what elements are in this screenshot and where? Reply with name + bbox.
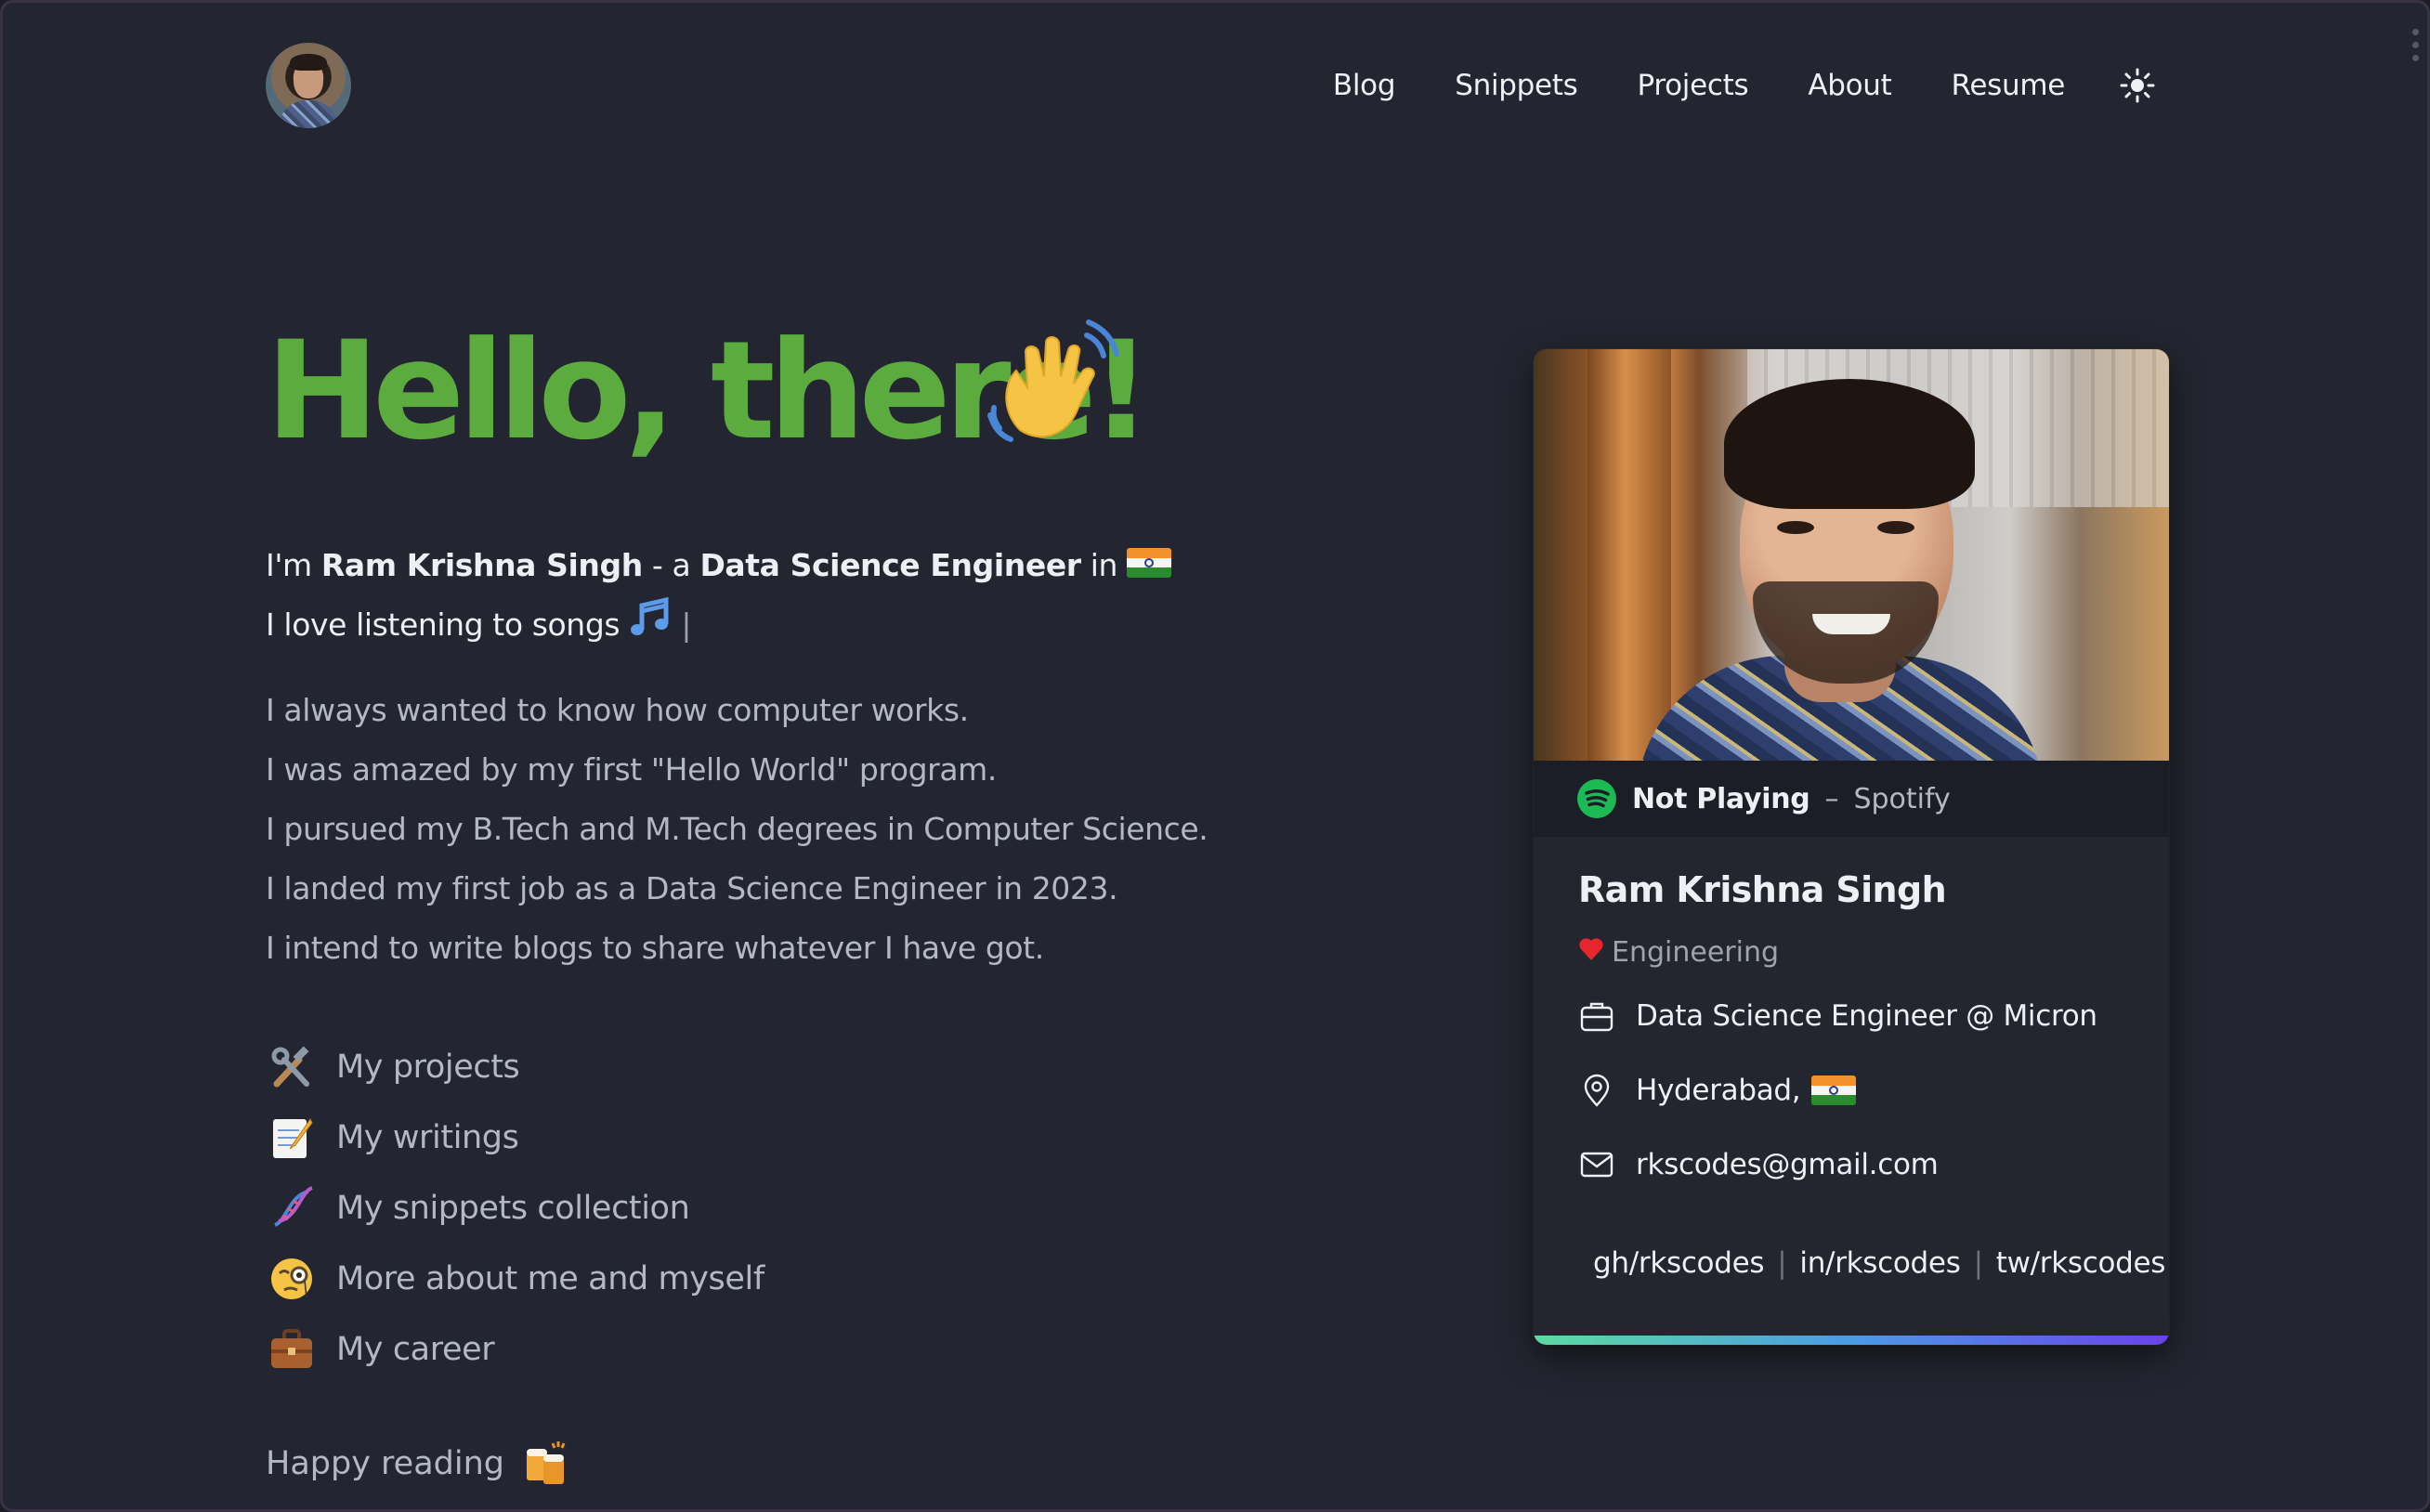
card-name: Ram Krishna Singh bbox=[1578, 869, 1947, 910]
quick-links: My projects My writings My snippets coll… bbox=[266, 1032, 764, 1385]
intro: I'm Ram Krishna Singh - a Data Science E… bbox=[266, 536, 1172, 655]
nav-about[interactable]: About bbox=[1808, 69, 1891, 102]
nav-projects[interactable]: Projects bbox=[1638, 69, 1749, 102]
profile-card: Not Playing – Spotify Ram Krishna Singh … bbox=[1534, 349, 2169, 1345]
list-item[interactable]: My snippets collection bbox=[266, 1173, 764, 1244]
avatar[interactable] bbox=[266, 43, 351, 128]
sun-icon[interactable] bbox=[2117, 65, 2158, 106]
main-nav: Blog Snippets Projects About Resume bbox=[1274, 43, 2158, 128]
briefcase-icon bbox=[266, 1323, 318, 1375]
hammer-wrench-icon bbox=[266, 1041, 318, 1093]
tagline-text: Engineering bbox=[1612, 936, 1779, 969]
site-header: Blog Snippets Projects About Resume bbox=[266, 43, 2158, 128]
nav-snippets[interactable]: Snippets bbox=[1455, 69, 1578, 102]
job-text: Data Science Engineer @ Micron bbox=[1636, 999, 2097, 1033]
spotify-separator: – bbox=[1824, 782, 1839, 815]
link-career[interactable]: My career bbox=[336, 1331, 495, 1368]
twitter-link[interactable]: tw/rkscodes bbox=[1996, 1246, 2166, 1280]
github-link[interactable]: gh/rkscodes bbox=[1593, 1246, 1765, 1280]
bio-line: I pursued my B.Tech and M.Tech degrees i… bbox=[266, 811, 1208, 847]
location-row: Hyderabad, bbox=[1578, 1072, 1857, 1109]
intro-role: Data Science Engineer bbox=[699, 547, 1081, 583]
closing-text: Happy reading bbox=[266, 1445, 504, 1482]
intro-name: Ram Krishna Singh bbox=[320, 547, 643, 583]
link-about[interactable]: More about me and myself bbox=[336, 1260, 764, 1297]
mail-icon bbox=[1578, 1146, 1615, 1183]
heart-icon bbox=[1578, 937, 1604, 968]
dna-icon bbox=[266, 1182, 318, 1234]
intro-prefix: I'm bbox=[266, 547, 321, 583]
scroll-handle[interactable] bbox=[2412, 29, 2420, 68]
bio-line: I was amazed by my first "Hello World" p… bbox=[266, 751, 997, 788]
india-flag-icon bbox=[1127, 548, 1172, 578]
monocle-face-icon bbox=[266, 1253, 318, 1305]
intro-line-1: I'm Ram Krishna Singh - a Data Science E… bbox=[266, 536, 1172, 595]
typing-text: I love listening to songs bbox=[266, 606, 630, 643]
list-item[interactable]: My writings bbox=[266, 1102, 764, 1173]
link-snippets[interactable]: My snippets collection bbox=[336, 1190, 690, 1227]
bio-line: I landed my first job as a Data Science … bbox=[266, 870, 1118, 906]
list-item[interactable]: My career bbox=[266, 1314, 764, 1385]
bio-paragraph: I always wanted to know how computer wor… bbox=[266, 681, 1208, 978]
separator: | bbox=[1973, 1246, 1983, 1280]
list-item[interactable]: More about me and myself bbox=[266, 1244, 764, 1314]
waving-hand-icon bbox=[983, 319, 1122, 458]
intro-line-2: I love listening to songs | bbox=[266, 595, 1171, 655]
link-writings[interactable]: My writings bbox=[336, 1119, 519, 1156]
music-notes-icon bbox=[631, 596, 669, 635]
card-tagline: Engineering bbox=[1578, 936, 1779, 969]
memo-icon bbox=[266, 1112, 318, 1164]
spotify-status[interactable]: Not Playing – Spotify bbox=[1534, 761, 2169, 837]
intro-mid: - a bbox=[642, 547, 700, 583]
briefcase-outline-icon bbox=[1578, 997, 1615, 1035]
location-text: Hyderabad, bbox=[1636, 1074, 1801, 1107]
list-item[interactable]: My projects bbox=[266, 1032, 764, 1102]
separator: | bbox=[1777, 1246, 1787, 1280]
spotify-icon bbox=[1577, 779, 1616, 818]
email-link[interactable]: rkscodes@gmail.com bbox=[1636, 1148, 1939, 1181]
bio-line: I always wanted to know how computer wor… bbox=[266, 692, 969, 728]
email-row[interactable]: rkscodes@gmail.com bbox=[1578, 1146, 1939, 1183]
nav-resume[interactable]: Resume bbox=[1952, 69, 2066, 102]
map-pin-icon bbox=[1578, 1072, 1615, 1109]
job-row: Data Science Engineer @ Micron bbox=[1578, 997, 2097, 1035]
spotify-label: Spotify bbox=[1853, 782, 1951, 815]
social-links: gh/rkscodes | in/rkscodes | tw/rkscodes bbox=[1593, 1246, 2165, 1280]
intro-suffix: in bbox=[1080, 547, 1128, 583]
beer-mugs-icon bbox=[521, 1438, 573, 1490]
browser-viewport: Blog Snippets Projects About Resume Hell… bbox=[0, 0, 2430, 1512]
bio-line: I intend to write blogs to share whateve… bbox=[266, 930, 1044, 966]
spotify-state: Not Playing bbox=[1632, 782, 1810, 815]
india-flag-icon bbox=[1811, 1075, 1857, 1105]
card-accent-bar bbox=[1534, 1336, 2169, 1345]
link-projects[interactable]: My projects bbox=[336, 1049, 520, 1086]
profile-photo bbox=[1534, 349, 2169, 761]
nav-blog[interactable]: Blog bbox=[1333, 69, 1396, 102]
closing-line: Happy reading bbox=[266, 1438, 592, 1490]
typing-caret: | bbox=[681, 606, 692, 643]
linkedin-link[interactable]: in/rkscodes bbox=[1799, 1246, 1960, 1280]
